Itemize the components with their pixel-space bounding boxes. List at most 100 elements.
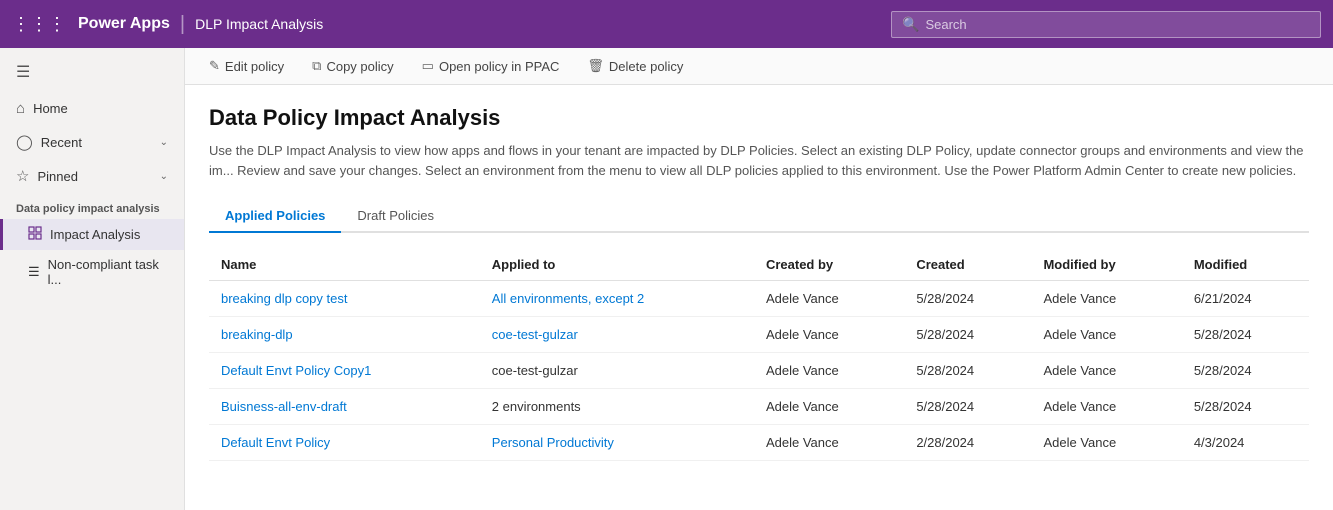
policy-table: Name Applied to Created by Created Modif…	[209, 249, 1309, 461]
open-ppac-label: Open policy in PPAC	[439, 59, 559, 74]
pinned-icon: ☆	[16, 167, 29, 185]
cell-modified-by-0: Adele Vance	[1031, 281, 1181, 317]
edit-policy-button[interactable]: ✎ Edit policy	[205, 56, 288, 76]
open-ppac-icon: ▭	[422, 58, 434, 74]
page-body: Data Policy Impact Analysis Use the DLP …	[185, 85, 1333, 510]
main-content: ✎ Edit policy ⧉ Copy policy ▭ Open polic…	[185, 48, 1333, 510]
sidebar-item-impact-analysis[interactable]: Impact Analysis	[0, 219, 184, 250]
col-header-name: Name	[209, 249, 480, 281]
cell-applied-to-1[interactable]: coe-test-gulzar	[480, 317, 754, 353]
recent-chevron-icon: ⌄	[160, 137, 168, 148]
sidebar-item-recent[interactable]: ◯ Recent ⌄	[0, 125, 184, 159]
search-icon: 🔍	[902, 16, 919, 33]
policy-name-4[interactable]: Default Envt Policy	[221, 435, 330, 450]
page-title: Data Policy Impact Analysis	[209, 105, 1309, 131]
cell-applied-to-3: 2 environments	[480, 389, 754, 425]
col-header-applied-to: Applied to	[480, 249, 754, 281]
col-header-created-by: Created by	[754, 249, 904, 281]
cell-name-0[interactable]: breaking dlp copy test	[209, 281, 480, 317]
policy-name-0[interactable]: breaking dlp copy test	[221, 291, 347, 306]
page-description: Use the DLP Impact Analysis to view how …	[209, 141, 1309, 180]
cell-modified-by-3: Adele Vance	[1031, 389, 1181, 425]
col-header-created: Created	[904, 249, 1031, 281]
policy-applied-to-3: 2 environments	[492, 399, 581, 414]
cell-name-2[interactable]: Default Envt Policy Copy1	[209, 353, 480, 389]
table-row: breaking-dlp coe-test-gulzar Adele Vance…	[209, 317, 1309, 353]
home-icon: ⌂	[16, 100, 25, 117]
page-breadcrumb: DLP Impact Analysis	[195, 16, 323, 32]
cell-created-by-3: Adele Vance	[754, 389, 904, 425]
cell-created-by-0: Adele Vance	[754, 281, 904, 317]
cell-applied-to-0[interactable]: All environments, except 2	[480, 281, 754, 317]
cell-created-0: 5/28/2024	[904, 281, 1031, 317]
sidebar-section-label: Data policy impact analysis	[0, 193, 184, 219]
cell-created-by-1: Adele Vance	[754, 317, 904, 353]
copy-policy-label: Copy policy	[326, 59, 393, 74]
policy-applied-to-1[interactable]: coe-test-gulzar	[492, 327, 578, 342]
toolbar: ✎ Edit policy ⧉ Copy policy ▭ Open polic…	[185, 48, 1333, 85]
cell-modified-by-1: Adele Vance	[1031, 317, 1181, 353]
cell-modified-3: 5/28/2024	[1182, 389, 1309, 425]
non-compliant-icon: ☰	[28, 264, 40, 280]
hamburger-icon[interactable]: ☰	[0, 56, 184, 92]
cell-modified-0: 6/21/2024	[1182, 281, 1309, 317]
cell-modified-by-2: Adele Vance	[1031, 353, 1181, 389]
policy-applied-to-0[interactable]: All environments, except 2	[492, 291, 644, 306]
cell-modified-1: 5/28/2024	[1182, 317, 1309, 353]
cell-created-3: 5/28/2024	[904, 389, 1031, 425]
recent-icon: ◯	[16, 133, 33, 151]
waffle-icon[interactable]: ⋮⋮⋮	[12, 14, 66, 35]
brand-name: Power Apps	[78, 15, 170, 33]
cell-created-by-4: Adele Vance	[754, 425, 904, 461]
policy-name-3[interactable]: Buisness-all-env-draft	[221, 399, 347, 414]
delete-policy-button[interactable]: 🗑 Delete policy	[583, 56, 687, 76]
cell-name-3[interactable]: Buisness-all-env-draft	[209, 389, 480, 425]
delete-icon: 🗑	[587, 58, 604, 74]
non-compliant-label: Non-compliant task l...	[48, 257, 168, 287]
sidebar-pinned-label: Pinned	[37, 169, 77, 184]
copy-policy-button[interactable]: ⧉ Copy policy	[308, 56, 398, 76]
policy-name-1[interactable]: breaking-dlp	[221, 327, 293, 342]
policy-applied-to-4[interactable]: Personal Productivity	[492, 435, 614, 450]
cell-created-1: 5/28/2024	[904, 317, 1031, 353]
sidebar-item-non-compliant[interactable]: ☰ Non-compliant task l...	[0, 250, 184, 294]
cell-created-by-2: Adele Vance	[754, 353, 904, 389]
body-layout: ☰ ⌂ Home ◯ Recent ⌄ ☆ Pinned ⌄ Data poli…	[0, 48, 1333, 510]
tabs-container: Applied Policies Draft Policies	[209, 200, 1309, 233]
edit-icon: ✎	[209, 58, 220, 74]
col-header-modified: Modified	[1182, 249, 1309, 281]
policy-applied-to-2: coe-test-gulzar	[492, 363, 578, 378]
open-ppac-button[interactable]: ▭ Open policy in PPAC	[418, 56, 564, 76]
table-row: breaking dlp copy test All environments,…	[209, 281, 1309, 317]
cell-name-4[interactable]: Default Envt Policy	[209, 425, 480, 461]
cell-applied-to-2: coe-test-gulzar	[480, 353, 754, 389]
table-row: Buisness-all-env-draft 2 environments Ad…	[209, 389, 1309, 425]
sidebar: ☰ ⌂ Home ◯ Recent ⌄ ☆ Pinned ⌄ Data poli…	[0, 48, 185, 510]
sidebar-home-label: Home	[33, 101, 68, 116]
nav-divider: |	[180, 13, 185, 36]
edit-policy-label: Edit policy	[225, 59, 284, 74]
search-input[interactable]	[925, 17, 1310, 32]
tab-applied-policies[interactable]: Applied Policies	[209, 200, 341, 233]
table-row: Default Envt Policy Copy1 coe-test-gulza…	[209, 353, 1309, 389]
impact-analysis-label: Impact Analysis	[50, 227, 140, 242]
policy-name-2[interactable]: Default Envt Policy Copy1	[221, 363, 371, 378]
sidebar-item-home[interactable]: ⌂ Home	[0, 92, 184, 125]
sidebar-recent-label: Recent	[41, 135, 82, 150]
cell-created-2: 5/28/2024	[904, 353, 1031, 389]
cell-applied-to-4[interactable]: Personal Productivity	[480, 425, 754, 461]
sidebar-item-pinned[interactable]: ☆ Pinned ⌄	[0, 159, 184, 193]
cell-created-4: 2/28/2024	[904, 425, 1031, 461]
top-nav: ⋮⋮⋮ Power Apps | DLP Impact Analysis 🔍	[0, 0, 1333, 48]
impact-analysis-icon	[28, 226, 42, 243]
search-bar[interactable]: 🔍	[891, 11, 1321, 38]
pinned-chevron-icon: ⌄	[160, 171, 168, 182]
tab-draft-policies[interactable]: Draft Policies	[341, 200, 450, 233]
cell-modified-by-4: Adele Vance	[1031, 425, 1181, 461]
cell-modified-2: 5/28/2024	[1182, 353, 1309, 389]
copy-icon: ⧉	[312, 58, 321, 74]
col-header-modified-by: Modified by	[1031, 249, 1181, 281]
cell-modified-4: 4/3/2024	[1182, 425, 1309, 461]
delete-policy-label: Delete policy	[609, 59, 683, 74]
cell-name-1[interactable]: breaking-dlp	[209, 317, 480, 353]
